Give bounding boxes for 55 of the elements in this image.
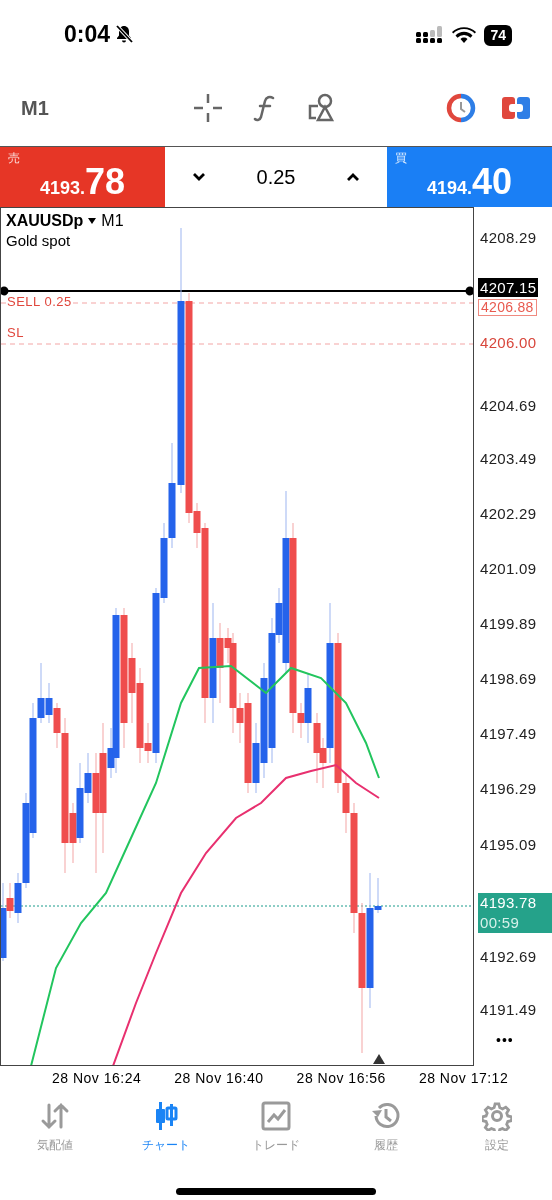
volume-value[interactable]: 0.25: [256, 165, 296, 189]
chevron-up-icon[interactable]: [345, 171, 361, 183]
symbol-name[interactable]: XAUUSDp: [6, 212, 84, 230]
clock-circle-icon[interactable]: [446, 93, 476, 123]
chart-timeframe: M1: [101, 212, 124, 230]
price-tick-label: 4197.49: [479, 724, 538, 743]
battery-indicator: 74: [484, 24, 512, 46]
price-tick-label: 4195.09: [479, 835, 538, 854]
price-tick-label: 4208.29: [479, 228, 538, 247]
time-tick-label: 28 Nov 16:24: [52, 1070, 142, 1086]
bid-price: 4193.78: [480, 893, 538, 913]
tab-button[interactable]: チャート: [110, 1100, 221, 1154]
history-icon: [371, 1100, 402, 1131]
symbol-description: Gold spot: [6, 232, 72, 249]
price-tick-label: 4198.69: [479, 669, 538, 688]
timeframe-button[interactable]: M1: [17, 92, 53, 124]
time-tick-label: 28 Nov 16:40: [174, 1070, 264, 1086]
tab-button[interactable]: トレード: [220, 1100, 332, 1154]
price-tick-label: 4202.29: [479, 504, 538, 523]
time-tick-label: 28 Nov 16:56: [296, 1070, 386, 1086]
time-tick-label: 28 Nov 17:12: [418, 1070, 509, 1086]
price-tick-label: 4192.69: [479, 947, 538, 966]
order-line-label: SL: [7, 325, 24, 340]
toggle-icon[interactable]: [502, 95, 530, 121]
clock-time: 0:04: [64, 20, 111, 48]
shapes-icon[interactable]: [306, 93, 337, 123]
buy-button[interactable]: 買 4194.40: [387, 147, 552, 207]
order-line-label: SELL 0.25: [7, 294, 72, 309]
price-tick-label: 4199.89: [479, 614, 538, 633]
price-tick-label: 4203.49: [479, 449, 538, 468]
sell-button[interactable]: 売 4193.78: [0, 147, 165, 207]
signal-icon: [416, 25, 445, 45]
triangle-marker-icon: [373, 1054, 385, 1064]
arrows-icon: [40, 1100, 71, 1131]
price-tag: 4206.88: [478, 299, 537, 316]
line-chart-icon: [261, 1100, 291, 1131]
price-tag: 4207.15: [478, 278, 539, 297]
price-tag: 4206.00: [478, 333, 539, 352]
crosshair-icon[interactable]: [192, 93, 223, 123]
settings-icon: [481, 1100, 512, 1131]
price-tick-label: 4201.09: [479, 559, 538, 578]
dropdown-caret-icon[interactable]: [88, 217, 97, 225]
more-button[interactable]: •••: [496, 1032, 514, 1048]
price-tick-label: 4204.69: [479, 396, 538, 415]
bell-muted-icon: [114, 24, 135, 44]
tab-button[interactable]: 設定: [441, 1100, 552, 1154]
tab-button[interactable]: 履歴: [331, 1100, 442, 1154]
chevron-down-icon[interactable]: [191, 171, 207, 183]
price-tick-label: 4191.49: [479, 1000, 538, 1019]
function-icon[interactable]: [252, 93, 277, 123]
price-tick-label: 4196.29: [479, 779, 538, 798]
candle-timer: 00:59: [480, 913, 521, 933]
tab-button[interactable]: 気配値: [0, 1100, 111, 1154]
wifi-icon: [452, 26, 477, 44]
position-line[interactable]: [1, 286, 473, 296]
